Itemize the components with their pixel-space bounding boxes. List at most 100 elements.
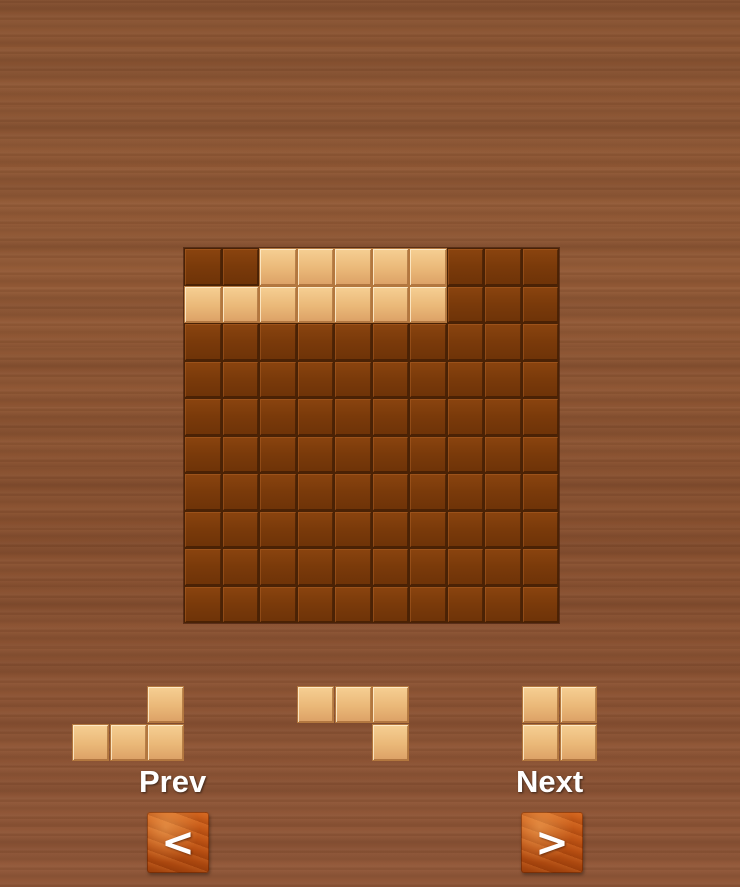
board-cell[interactable] [521, 435, 559, 473]
board-cell[interactable] [221, 435, 259, 473]
board-cell[interactable] [409, 323, 447, 361]
board-cell-filled[interactable] [409, 285, 447, 323]
board-cell[interactable] [446, 510, 484, 548]
board-cell[interactable] [296, 473, 334, 511]
board-cell[interactable] [446, 548, 484, 586]
board-cell[interactable] [334, 398, 372, 436]
board-cell-filled[interactable] [334, 285, 372, 323]
board-cell[interactable] [484, 510, 522, 548]
board-cell[interactable] [184, 323, 222, 361]
board-cell[interactable] [521, 510, 559, 548]
board-cell[interactable] [409, 548, 447, 586]
board-cell[interactable] [259, 510, 297, 548]
board-cell[interactable] [409, 398, 447, 436]
board-cell[interactable] [259, 473, 297, 511]
board-cell[interactable] [296, 435, 334, 473]
board-cell[interactable] [184, 248, 222, 286]
board-cell[interactable] [521, 398, 559, 436]
board-cell-filled[interactable] [296, 248, 334, 286]
board-cell[interactable] [184, 548, 222, 586]
board-cell[interactable] [521, 285, 559, 323]
board-cell-filled[interactable] [334, 248, 372, 286]
board-cell[interactable] [521, 585, 559, 623]
board-cell[interactable] [334, 548, 372, 586]
board-cell[interactable] [484, 285, 522, 323]
board-cell[interactable] [259, 435, 297, 473]
board-cell[interactable] [409, 360, 447, 398]
board-cell[interactable] [221, 548, 259, 586]
board-cell[interactable] [184, 585, 222, 623]
board-cell[interactable] [484, 323, 522, 361]
board-cell[interactable] [296, 510, 334, 548]
board-cell[interactable] [446, 398, 484, 436]
board-cell-filled[interactable] [184, 285, 222, 323]
board-cell[interactable] [259, 585, 297, 623]
board-cell[interactable] [446, 285, 484, 323]
board-cell[interactable] [371, 585, 409, 623]
board-cell[interactable] [446, 248, 484, 286]
board-cell[interactable] [184, 398, 222, 436]
prev-button[interactable]: < [147, 812, 209, 873]
board-cell-filled[interactable] [371, 248, 409, 286]
piece-l-shape[interactable] [72, 686, 184, 761]
board-cell[interactable] [334, 435, 372, 473]
board-cell[interactable] [409, 435, 447, 473]
board-cell[interactable] [184, 435, 222, 473]
board-cell[interactable] [446, 585, 484, 623]
board-cell-filled[interactable] [259, 285, 297, 323]
board-cell[interactable] [484, 360, 522, 398]
board-cell[interactable] [184, 473, 222, 511]
board-cell[interactable] [521, 248, 559, 286]
board-cell[interactable] [409, 585, 447, 623]
board-cell[interactable] [484, 473, 522, 511]
board-cell-filled[interactable] [221, 285, 259, 323]
board-cell-filled[interactable] [371, 285, 409, 323]
board-cell[interactable] [446, 360, 484, 398]
piece-square-shape[interactable] [522, 686, 597, 761]
board-cell-filled[interactable] [259, 248, 297, 286]
board-cell[interactable] [521, 360, 559, 398]
board-cell[interactable] [484, 248, 522, 286]
game-board[interactable] [184, 248, 559, 623]
board-cell[interactable] [371, 548, 409, 586]
board-cell[interactable] [221, 585, 259, 623]
board-cell[interactable] [371, 473, 409, 511]
board-cell[interactable] [371, 323, 409, 361]
board-cell[interactable] [221, 323, 259, 361]
next-button[interactable]: > [521, 812, 583, 873]
board-cell[interactable] [221, 398, 259, 436]
board-cell[interactable] [184, 510, 222, 548]
board-cell[interactable] [221, 473, 259, 511]
board-cell[interactable] [184, 360, 222, 398]
board-cell[interactable] [334, 510, 372, 548]
board-cell[interactable] [334, 473, 372, 511]
board-cell[interactable] [409, 473, 447, 511]
board-cell[interactable] [484, 548, 522, 586]
board-cell[interactable] [221, 510, 259, 548]
piece-corner-shape[interactable] [297, 686, 409, 761]
board-cell[interactable] [259, 323, 297, 361]
board-cell[interactable] [221, 248, 259, 286]
board-cell[interactable] [334, 323, 372, 361]
board-cell-filled[interactable] [409, 248, 447, 286]
board-cell[interactable] [221, 360, 259, 398]
board-cell[interactable] [259, 398, 297, 436]
board-cell[interactable] [521, 473, 559, 511]
board-cell[interactable] [409, 510, 447, 548]
board-cell[interactable] [371, 360, 409, 398]
board-cell[interactable] [446, 473, 484, 511]
board-cell[interactable] [259, 548, 297, 586]
board-cell[interactable] [334, 360, 372, 398]
board-cell[interactable] [334, 585, 372, 623]
board-cell[interactable] [484, 435, 522, 473]
board-cell[interactable] [484, 398, 522, 436]
board-cell[interactable] [296, 360, 334, 398]
board-cell[interactable] [296, 398, 334, 436]
board-cell[interactable] [371, 510, 409, 548]
board-cell[interactable] [296, 585, 334, 623]
board-cell[interactable] [521, 548, 559, 586]
board-cell[interactable] [521, 323, 559, 361]
board-cell[interactable] [259, 360, 297, 398]
board-cell[interactable] [371, 398, 409, 436]
board-cell[interactable] [296, 323, 334, 361]
